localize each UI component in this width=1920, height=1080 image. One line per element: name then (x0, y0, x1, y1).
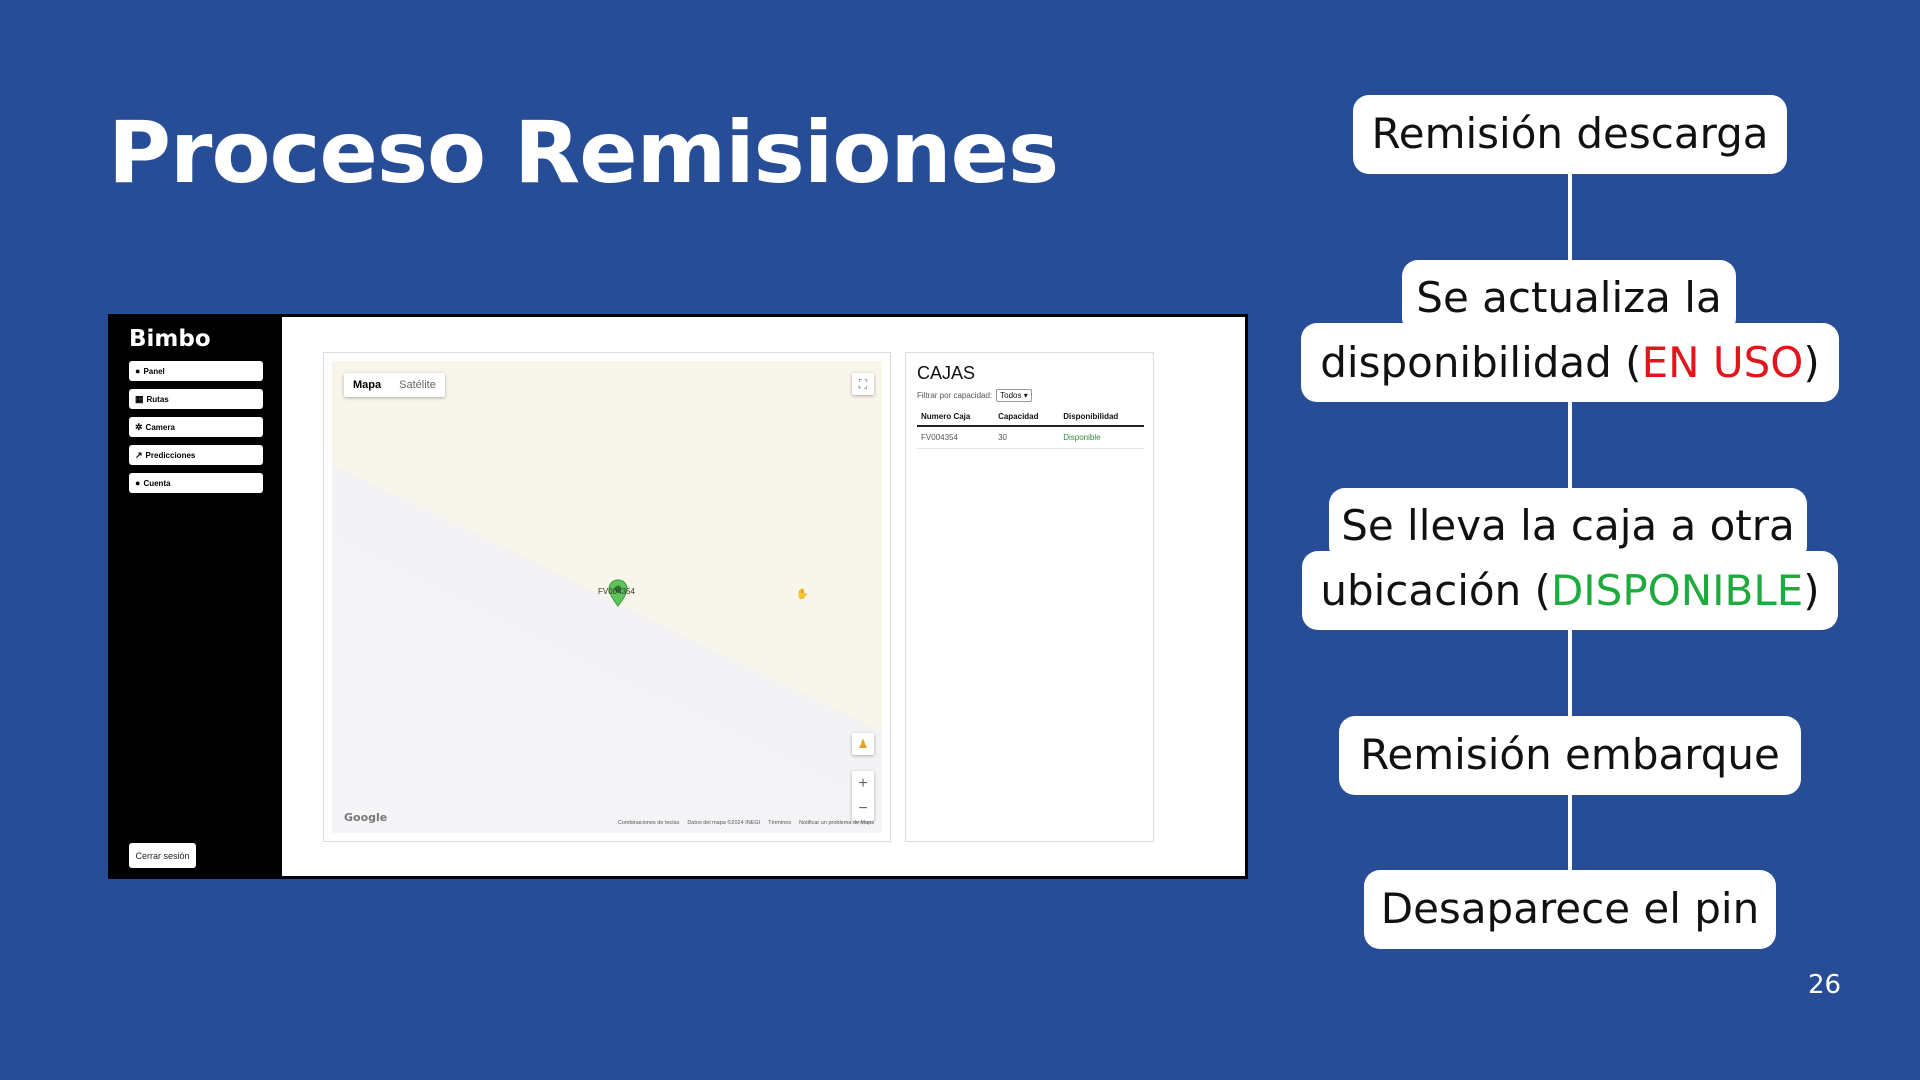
capacity-select[interactable]: Todos ▾ (996, 389, 1032, 402)
tab-satelite[interactable]: Satélite (390, 373, 445, 397)
caja-number-cell: FV004354 (917, 426, 995, 449)
map-footer-link[interactable]: Términos (768, 820, 791, 826)
capacity-select-value: Todos (1000, 391, 1022, 400)
cajas-card: CAJAS Filtrar por capacidad: Todos ▾ Num… (905, 352, 1154, 842)
column-header: Disponibilidad (1059, 408, 1144, 427)
tab-mapa[interactable]: Mapa (344, 373, 390, 397)
map-pin-label: FV004354 (598, 587, 635, 596)
status-en-uso: EN USO (1641, 338, 1804, 387)
slide-title: Proceso Remisiones (108, 103, 1059, 203)
google-logo: Google (344, 811, 388, 824)
zoom-control: + − (852, 771, 874, 821)
sidebar-item-label: Rutas (146, 394, 169, 404)
hand-cursor-icon: ✋ (796, 589, 809, 600)
main-content: Mapa Satélite ⛶ ♟ + − FV004354 ✋ Google … (282, 317, 1245, 876)
capacity-filter: Filtrar por capacidad: Todos ▾ (917, 389, 1032, 402)
sidebar-item-label: Camera (145, 422, 175, 432)
sidebar-item-panel[interactable]: ● Panel (129, 361, 263, 381)
map-icon: ▦ (135, 393, 144, 404)
flow-step-text: ) (1803, 338, 1820, 387)
flow-step-line: ubicación (DISPONIBLE) (1302, 551, 1838, 630)
sidebar-item-label: Cuenta (143, 478, 171, 488)
brand-name: Bimbo (129, 326, 211, 352)
map-canvas[interactable]: Mapa Satélite ⛶ ♟ + − FV004354 ✋ Google … (332, 361, 882, 833)
app-screenshot: Bimbo ● Panel ▦ Rutas ✲ Camera ↗ Predicc… (108, 314, 1248, 879)
sidebar-item-predicciones[interactable]: ↗ Predicciones (129, 445, 263, 465)
sidebar-nav: ● Panel ▦ Rutas ✲ Camera ↗ Predicciones … (129, 361, 263, 501)
map-footer-link[interactable]: Combinaciones de teclas (618, 820, 679, 826)
table-header-row: Numero Caja Capacidad Disponibilidad (917, 408, 1144, 427)
page-number: 26 (1808, 970, 1842, 1000)
sidebar-item-camera[interactable]: ✲ Camera (129, 417, 263, 437)
sidebar-item-rutas[interactable]: ▦ Rutas (129, 389, 263, 409)
chart-line-icon: ↗ (135, 449, 143, 460)
flow-step-text: disponibilidad ( (1320, 338, 1642, 387)
flow-step-text: ) (1803, 566, 1820, 615)
availability-cell: Disponible (1059, 426, 1144, 449)
flow-step-text: ubicación ( (1320, 566, 1551, 615)
fullscreen-icon[interactable]: ⛶ (852, 373, 874, 395)
sidebar-item-label: Predicciones (145, 450, 196, 460)
info-circle-icon: ● (135, 365, 141, 376)
capacity-cell: 30 (994, 426, 1060, 449)
zoom-out-button[interactable]: − (852, 796, 874, 821)
status-disponible: DISPONIBLE (1550, 566, 1804, 615)
pegman-icon[interactable]: ♟ (852, 733, 874, 755)
map-card: Mapa Satélite ⛶ ♟ + − FV004354 ✋ Google … (323, 352, 891, 842)
table-row[interactable]: FV004354 30 Disponible (917, 426, 1144, 449)
chevron-down-icon: ▾ (1023, 391, 1028, 400)
gear-icon: ✲ (135, 421, 143, 432)
flow-step-desaparece-pin: Desaparece el pin (1364, 870, 1776, 949)
flow-step-remision-descarga: Remisión descarga (1353, 95, 1787, 174)
flow-step-remision-embarque: Remisión embarque (1339, 716, 1801, 795)
map-footer-link[interactable]: Notificar un problema de Maps (799, 820, 874, 826)
user-icon: ● (135, 477, 141, 488)
zoom-in-button[interactable]: + (852, 771, 874, 796)
filter-label: Filtrar por capacidad: (917, 391, 993, 400)
map-footer-link: Datos del mapa ©2024 INEGI (687, 820, 761, 826)
sidebar-item-label: Panel (143, 366, 165, 376)
map-footer: Combinaciones de teclas Datos del mapa ©… (618, 820, 874, 826)
cajas-title: CAJAS (917, 363, 976, 383)
cajas-table: Numero Caja Capacidad Disponibilidad FV0… (917, 408, 1144, 449)
flow-step-line: disponibilidad (EN USO) (1301, 323, 1839, 402)
column-header: Numero Caja (917, 408, 995, 427)
sidebar-item-cuenta[interactable]: ● Cuenta (129, 473, 263, 493)
logout-button[interactable]: Cerrar sesión (129, 843, 196, 868)
column-header: Capacidad (994, 408, 1060, 427)
sidebar: Bimbo ● Panel ▦ Rutas ✲ Camera ↗ Predicc… (111, 317, 282, 876)
map-type-toggle: Mapa Satélite (344, 373, 445, 397)
